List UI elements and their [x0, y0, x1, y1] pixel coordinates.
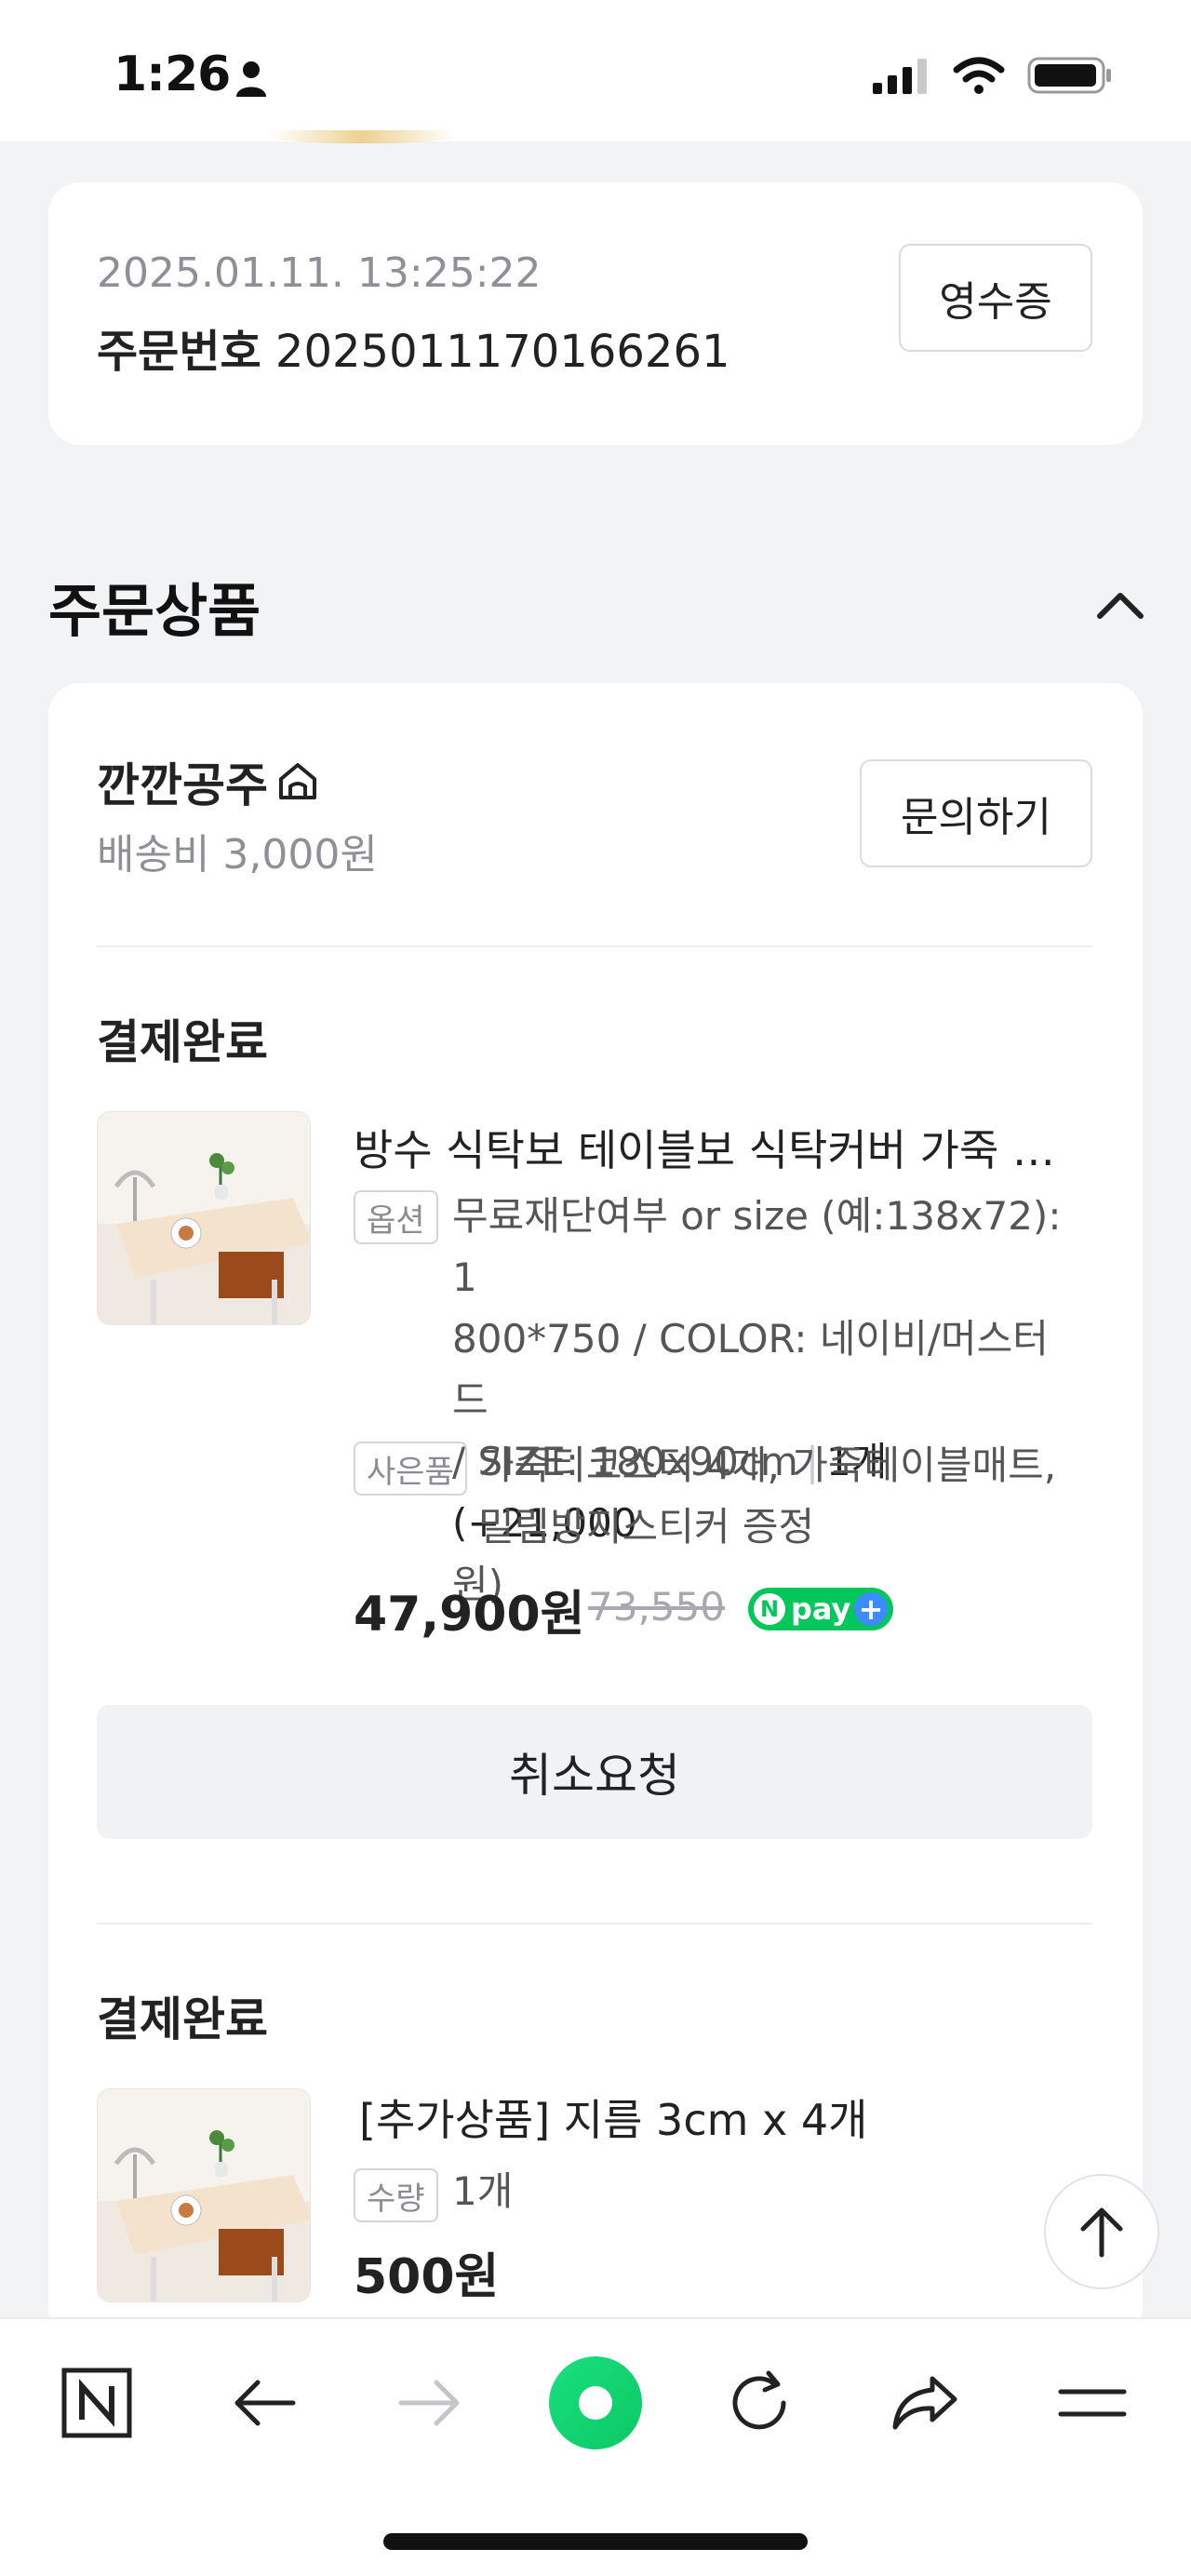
product-thumbnail[interactable]: [97, 2088, 311, 2302]
home-indicator: [383, 2533, 808, 2550]
original-price: 73,550: [588, 1584, 725, 1630]
reload-button[interactable]: [713, 2356, 806, 2449]
item-status: 결제완료: [97, 1992, 268, 2046]
shipping-fee: 배송비 3,000원: [97, 831, 378, 879]
battery-icon: [1027, 57, 1111, 94]
cellular-signal-icon: [873, 59, 927, 94]
banner-image-peek: [270, 130, 456, 143]
order-number-row: 주문번호 2025011170166261: [97, 315, 730, 380]
product-thumbnail[interactable]: [97, 1111, 311, 1325]
receipt-button[interactable]: 영수증: [899, 244, 1092, 352]
order-number: 2025011170166261: [274, 326, 730, 378]
order-header-card: 2025.01.11. 13:25:22 주문번호 20250111701662…: [48, 182, 1143, 445]
menu-button[interactable]: [1046, 2356, 1139, 2449]
product-name[interactable]: [추가상품] 지름 3cm x 4개: [359, 2086, 867, 2148]
status-bar: 1:26: [0, 0, 1191, 141]
product-name[interactable]: 방수 식탁보 테이블보 식탁커버 가죽 …: [354, 1117, 1055, 1178]
reload-icon: [732, 2370, 786, 2430]
store-home-icon: [279, 763, 316, 799]
item-price: 500원: [354, 2249, 500, 2305]
naver-home-button[interactable]: [50, 2356, 143, 2449]
item-price: 47,900원: [354, 1587, 585, 1643]
menu-icon: [1058, 2389, 1127, 2417]
section-title: 주문상품: [48, 577, 261, 645]
option-line: 800*750 / COLOR: 네이비/머스터드: [452, 1316, 1049, 1423]
status-icons: [873, 56, 1113, 95]
divider: [97, 1923, 1092, 1925]
naver-n-icon: [61, 2368, 132, 2438]
divider: [97, 946, 1092, 947]
person-icon: [236, 61, 266, 97]
seller-name: 깐깐공주: [97, 758, 268, 812]
gift-line: 밀림방지스티커 증정: [478, 1504, 815, 1550]
status-time: 1:26: [114, 47, 231, 102]
npay-plus-badge: N pay +: [748, 1588, 893, 1630]
back-arrow-icon: [234, 2380, 296, 2426]
forward-button[interactable]: [383, 2356, 476, 2449]
npay-label: pay: [791, 1591, 851, 1627]
share-icon: [892, 2376, 957, 2430]
gift-tag: 사은품: [354, 1442, 467, 1496]
green-dot-button[interactable]: [547, 2355, 644, 2451]
order-product-card: 깐깐공주 배송비 3,000원 문의하기 결제완료 방수 식탁보 테이블보 식탁…: [48, 683, 1143, 2340]
scroll-to-top-button[interactable]: [1044, 2174, 1159, 2289]
inquiry-button[interactable]: 문의하기: [860, 759, 1092, 867]
seller-name-row[interactable]: 깐깐공주: [97, 748, 320, 815]
plus-icon: +: [854, 1591, 888, 1627]
order-date: 2025.01.11. 13:25:22: [97, 249, 542, 297]
back-button[interactable]: [218, 2356, 311, 2449]
option-line: 무료재단여부 or size (예:138x72): 1: [452, 1193, 1062, 1300]
arrow-up-icon: [1080, 2207, 1123, 2258]
npay-n-icon: N: [754, 1593, 785, 1625]
share-button[interactable]: [878, 2356, 971, 2449]
order-number-label: 주문번호: [97, 326, 261, 378]
quantity-value: 1개: [452, 2168, 514, 2214]
quantity-tag: 수량: [354, 2168, 438, 2222]
wifi-icon: [953, 57, 1005, 94]
option-tag: 옵션: [354, 1190, 438, 1244]
item-status: 결제완료: [97, 1015, 268, 1069]
forward-arrow-icon: [398, 2380, 460, 2426]
green-dot-icon: [549, 2356, 642, 2449]
cancel-request-button[interactable]: 취소요청: [97, 1705, 1092, 1839]
chevron-up-icon[interactable]: [1094, 588, 1146, 622]
gift-line: 가죽티코스터 4개, 가죽테이블매트,: [478, 1442, 1057, 1488]
gift-text: 가죽티코스터 4개, 가죽테이블매트, 밀림방지스티커 증정: [478, 1435, 1092, 1558]
